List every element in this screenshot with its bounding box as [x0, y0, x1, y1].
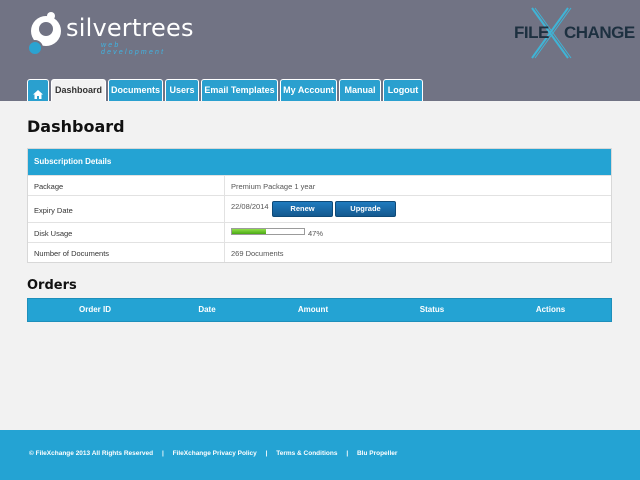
subscription-panel: Subscription Details Package Premium Pac…	[27, 148, 612, 263]
privacy-policy-link[interactable]: FileXchange Privacy Policy	[173, 450, 257, 457]
tab-home[interactable]	[27, 79, 49, 101]
documents-label: Number of Documents	[34, 249, 110, 258]
brand-tagline: web development	[101, 42, 166, 56]
expiry-value: 22/08/2014	[231, 202, 269, 211]
col-status[interactable]: Status	[374, 299, 490, 321]
package-label: Package	[34, 182, 64, 191]
footer: © FileXchange 2013 All Rights Reserved |…	[0, 430, 640, 480]
tab-email-templates[interactable]: Email Templates	[201, 79, 278, 101]
logo-change-text: CHANGE	[564, 23, 635, 42]
home-icon	[33, 86, 43, 99]
tab-users[interactable]: Users	[165, 79, 199, 101]
page-title: Dashboard	[27, 117, 125, 136]
footer-separator: |	[161, 450, 164, 457]
disk-usage-bar	[231, 228, 305, 235]
orders-title: Orders	[27, 278, 77, 293]
expiry-row: Expiry Date 22/08/2014 Renew Upgrade	[28, 195, 611, 222]
orders-table-header: Order ID Date Amount Status Actions	[27, 298, 612, 322]
documents-value: 269 Documents	[231, 249, 284, 258]
col-amount[interactable]: Amount	[252, 299, 374, 321]
disk-usage-row: Disk Usage 47%	[28, 222, 611, 242]
terms-link[interactable]: Terms & Conditions	[276, 450, 337, 457]
footer-links: © FileXchange 2013 All Rights Reserved |…	[29, 450, 397, 457]
tab-dashboard[interactable]: Dashboard	[51, 79, 106, 101]
disk-usage-value: 47%	[308, 229, 324, 238]
tab-manual[interactable]: Manual	[339, 79, 381, 101]
disk-usage-label: Disk Usage	[34, 229, 73, 238]
tab-my-account[interactable]: My Account	[280, 79, 337, 101]
col-order-id[interactable]: Order ID	[28, 299, 162, 321]
tab-documents[interactable]: Documents	[108, 79, 163, 101]
col-actions[interactable]: Actions	[490, 299, 611, 321]
renew-button[interactable]: Renew	[272, 201, 333, 217]
expiry-label: Expiry Date	[34, 206, 73, 215]
subscription-heading: Subscription Details	[28, 149, 611, 175]
documents-row: Number of Documents 269 Documents	[28, 242, 611, 262]
footer-separator: |	[346, 450, 349, 457]
silvertrees-logo[interactable]: silvertrees web development	[27, 12, 193, 58]
brand-name: silvertrees	[66, 14, 194, 42]
footer-separator: |	[265, 450, 268, 457]
upgrade-button[interactable]: Upgrade	[335, 201, 396, 217]
package-value: Premium Package 1 year	[231, 182, 316, 191]
logo-file-text: FILE	[514, 23, 549, 42]
filexchange-logo: FILE CHANGE	[512, 6, 635, 60]
tab-logout[interactable]: Logout	[383, 79, 423, 101]
col-date[interactable]: Date	[162, 299, 252, 321]
copyright-text: © FileXchange 2013 All Rights Reserved	[29, 450, 154, 457]
blu-propeller-link[interactable]: Blu Propeller	[357, 450, 397, 457]
package-row: Package Premium Package 1 year	[28, 175, 611, 195]
disk-usage-bar-fill	[232, 229, 266, 234]
header: silvertrees web development FILE CHANGE …	[0, 0, 640, 101]
